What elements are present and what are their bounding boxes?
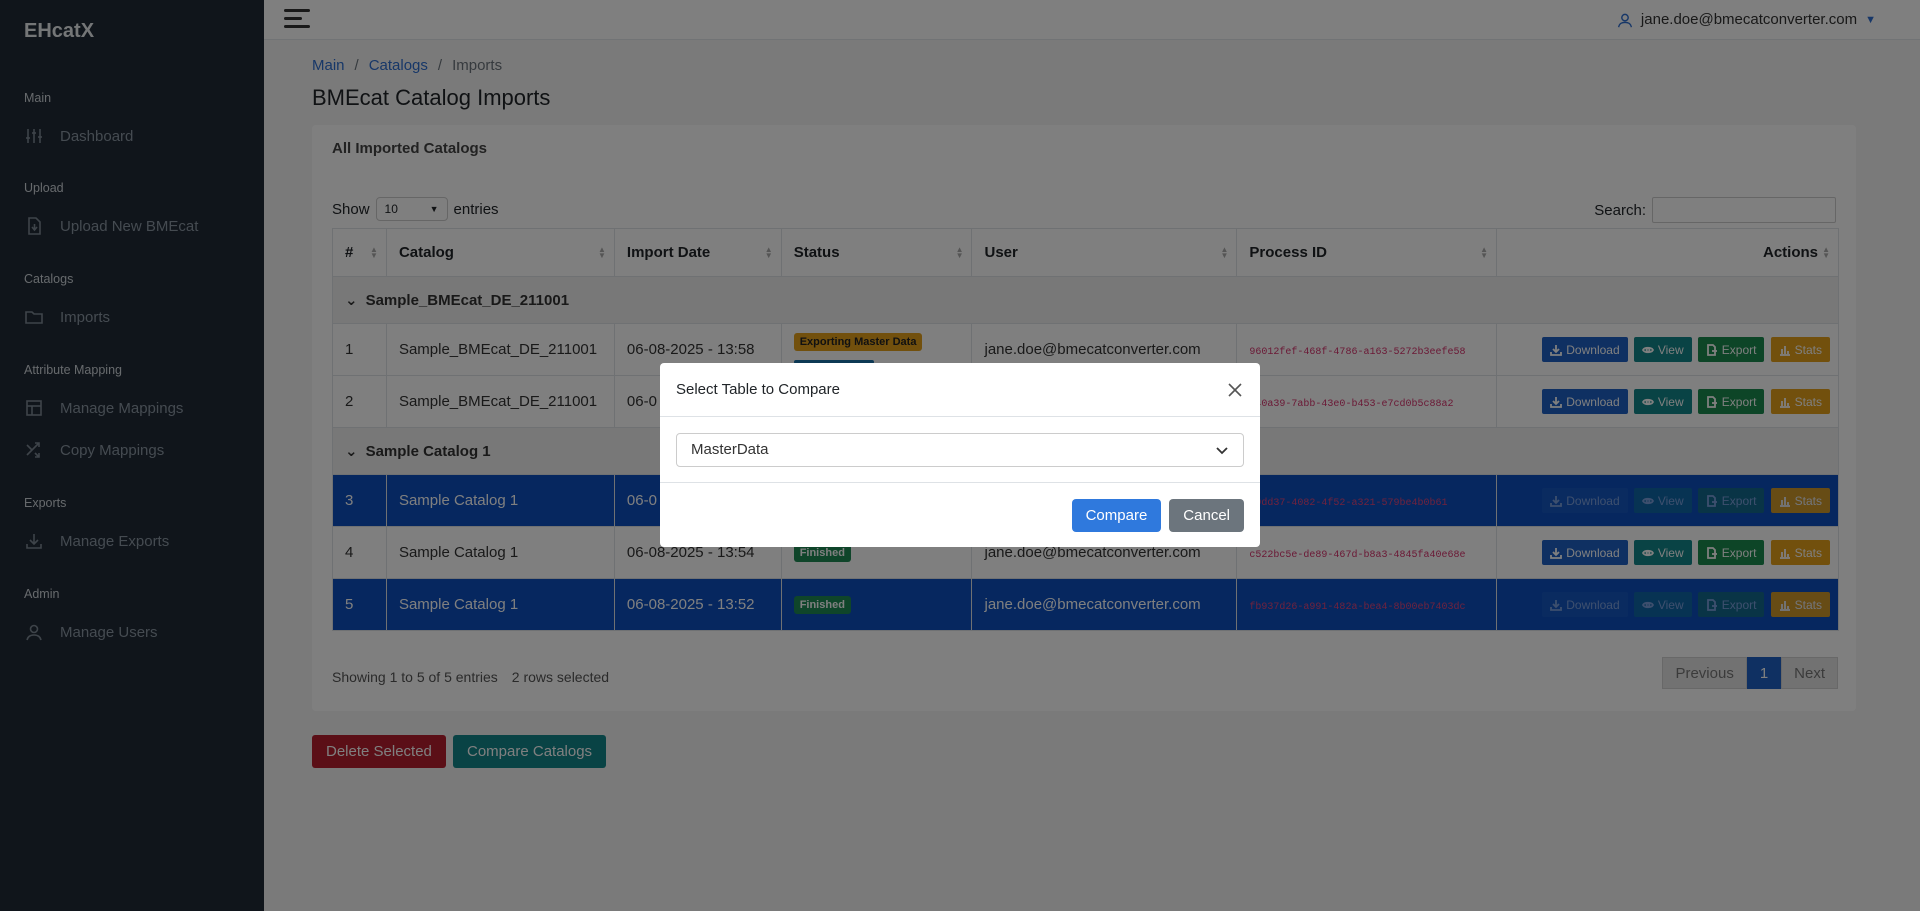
table-select[interactable]: MasterData xyxy=(676,432,1244,467)
modal-title: Select Table to Compare xyxy=(676,381,840,398)
chevron-down-icon xyxy=(1216,446,1228,454)
modal-footer: Compare Cancel xyxy=(660,483,1260,547)
modal-header: Select Table to Compare xyxy=(660,363,1260,417)
close-icon[interactable] xyxy=(1226,381,1244,399)
cancel-button[interactable]: Cancel xyxy=(1169,498,1244,532)
compare-modal: Select Table to Compare MasterData Compa… xyxy=(660,363,1260,547)
table-select-value: MasterData xyxy=(691,441,769,458)
modal-body: MasterData xyxy=(660,417,1260,483)
compare-button[interactable]: Compare xyxy=(1071,498,1162,532)
